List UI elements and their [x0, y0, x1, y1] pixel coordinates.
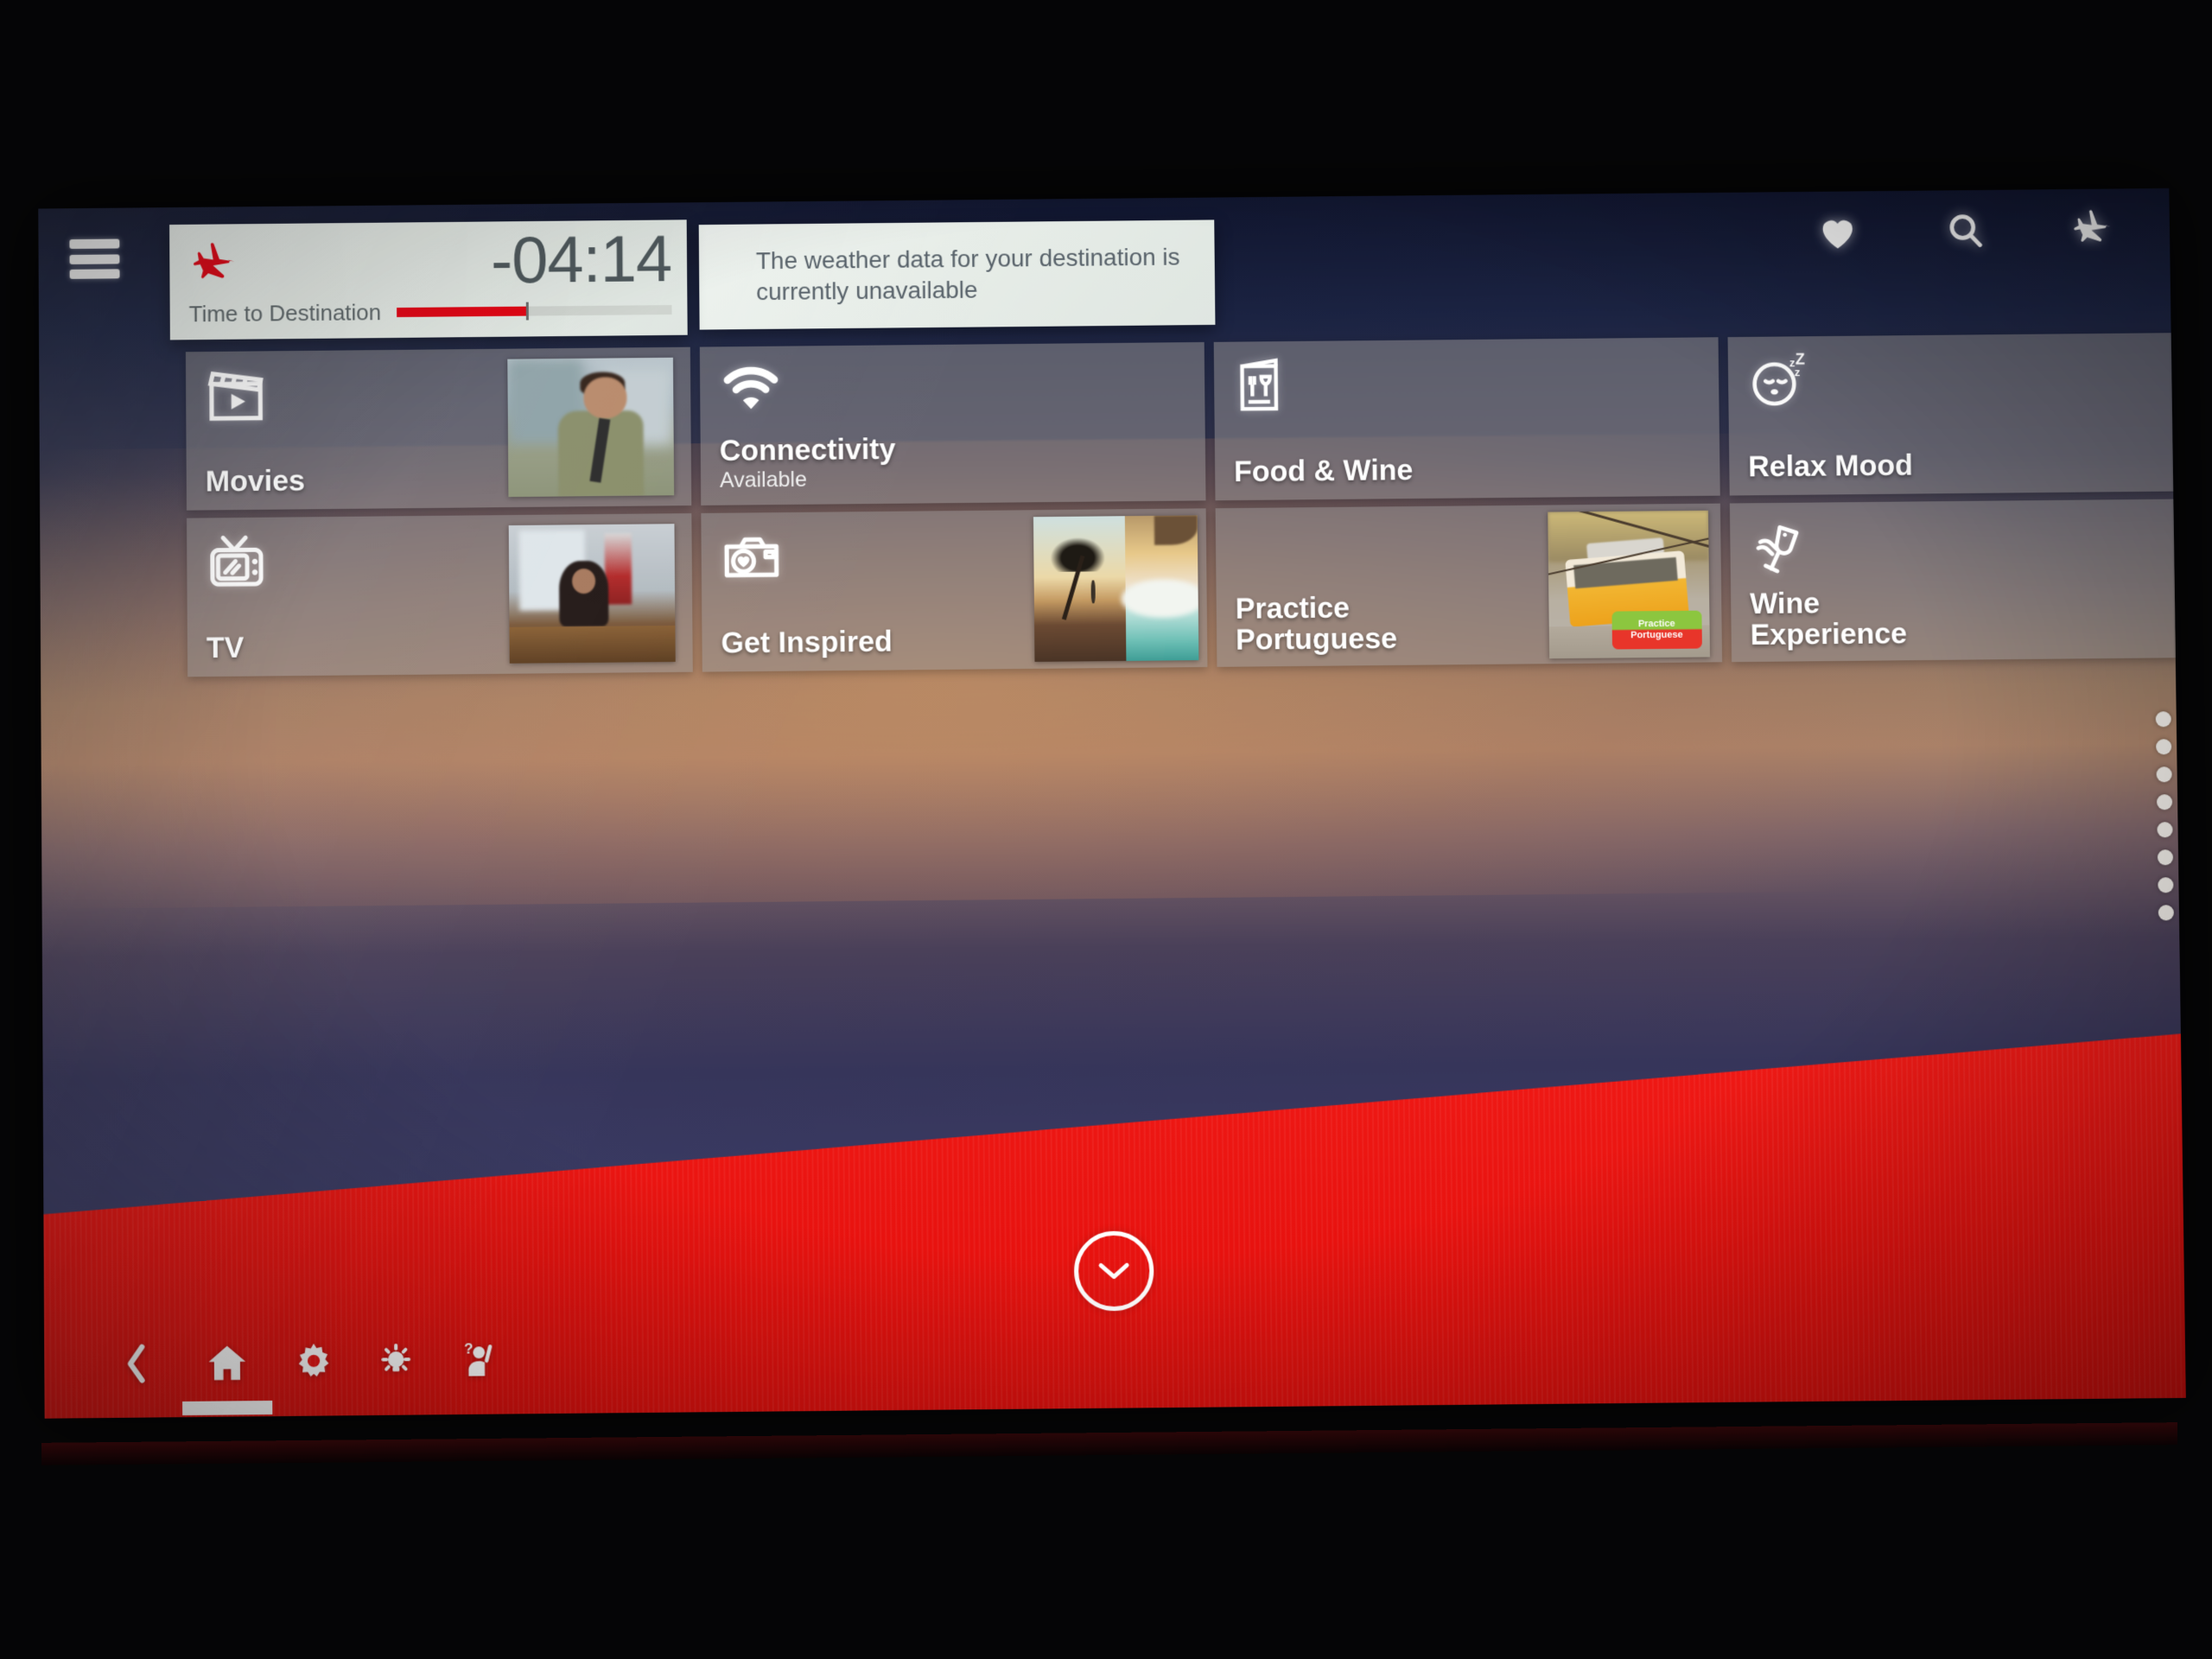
svg-text:z: z: [1795, 365, 1801, 378]
gear-icon: [292, 1340, 335, 1384]
progress-track: [397, 302, 672, 321]
badge-line1: Practice: [1637, 618, 1675, 630]
ife-screen: -04:14 Time to Destination The weather d…: [38, 188, 2186, 1419]
movies-thumbnail: [507, 357, 675, 498]
lightbulb-icon: [374, 1339, 417, 1383]
call-attendant-icon: ?: [456, 1338, 499, 1382]
tile-label: Get Inspired: [721, 625, 893, 660]
scroll-dot: [2156, 794, 2173, 810]
search-icon[interactable]: [1940, 206, 1991, 256]
heart-icon[interactable]: [1812, 207, 1863, 257]
hamburger-bar: [69, 253, 120, 264]
info-cards-row: -04:14 Time to Destination The weather d…: [169, 214, 1216, 340]
retro-tv-icon: [206, 533, 268, 597]
bottom-nav: ?: [44, 1302, 2186, 1418]
nav-reading-light-button[interactable]: [356, 1328, 436, 1395]
tile-sublabel: Available: [719, 467, 807, 493]
airplane-icon: [187, 239, 242, 294]
badge-line2: Portuguese: [1630, 629, 1683, 641]
tile-label: TV: [206, 632, 245, 665]
nav-call-attendant-button[interactable]: ?: [438, 1327, 518, 1394]
tile-row: TV Get Inspired Practice Portuguese Prac…: [187, 499, 2186, 677]
practice-portuguese-thumbnail: Practice Portuguese: [1548, 510, 1711, 659]
scroll-dot: [2155, 711, 2171, 728]
scroll-dot: [2158, 877, 2174, 893]
tile-connectivity[interactable]: Connectivity Available: [699, 341, 1206, 505]
tile-label: Practice Portuguese: [1235, 591, 1398, 657]
tile-label-line2: Portuguese: [1235, 622, 1398, 657]
nav-home-button[interactable]: [188, 1330, 268, 1396]
sleeping-face-icon: z Z z: [1747, 350, 1817, 414]
tile-practice-portuguese[interactable]: Practice Portuguese Practice Portuguese: [1215, 503, 1723, 667]
tile-relax-mood[interactable]: z Z z Relax Mood: [1727, 333, 2179, 496]
time-to-destination-progress: Time to Destination: [189, 296, 672, 327]
tv-thumbnail: [508, 524, 676, 664]
tile-label-line1: Practice: [1235, 591, 1351, 626]
clapperboard-icon: [205, 366, 267, 428]
scroll-dot: [2156, 766, 2172, 783]
bottom-banner: ?: [42, 1033, 2185, 1418]
scroll-down-button[interactable]: [1074, 1230, 1154, 1311]
top-bar-actions: [1812, 204, 2118, 257]
scroll-indicator[interactable]: [2155, 711, 2174, 921]
tile-grid: Movies Connectivity Available Food & Win…: [185, 333, 2186, 684]
screen-bezel: [41, 1422, 2178, 1465]
hamburger-bar: [69, 238, 120, 250]
progress-fill: [397, 306, 526, 318]
ife-screen-photo: -04:14 Time to Destination The weather d…: [0, 0, 2212, 1659]
tile-label-line1: Wine: [1750, 586, 1821, 620]
camera-heart-icon: [720, 528, 784, 588]
wifi-icon: [719, 362, 783, 420]
tile-get-inspired[interactable]: Get Inspired: [701, 508, 1208, 672]
time-to-destination-card[interactable]: -04:14 Time to Destination: [169, 219, 688, 340]
chevron-left-icon: [122, 1342, 149, 1386]
tile-wine-experience[interactable]: Wine Experience: [1729, 499, 2181, 663]
hamburger-menu-icon[interactable]: [69, 238, 120, 279]
hand-wine-glass-icon: [1749, 518, 1815, 582]
scroll-dot: [2157, 849, 2174, 866]
home-icon: [205, 1341, 250, 1385]
time-remaining: -04:14: [490, 222, 672, 298]
tile-label: Relax Mood: [1748, 448, 1914, 484]
airplane-icon[interactable]: [2068, 204, 2119, 254]
chevron-down-icon: [1094, 1258, 1134, 1285]
hamburger-bar: [69, 269, 120, 279]
weather-card[interactable]: The weather data for your destination is…: [698, 219, 1216, 330]
practice-portuguese-badge: Practice Portuguese: [1611, 610, 1702, 650]
time-to-destination-label: Time to Destination: [188, 299, 382, 327]
tile-label: Wine Experience: [1750, 587, 1907, 652]
progress-knob: [525, 302, 529, 321]
tile-label-line2: Experience: [1750, 617, 1908, 652]
svg-text:?: ?: [464, 1341, 474, 1357]
scroll-dot: [2157, 822, 2173, 838]
nav-settings-button[interactable]: [274, 1329, 354, 1395]
scroll-dot: [2158, 905, 2174, 921]
tile-label: Connectivity: [719, 433, 896, 468]
get-inspired-thumbnail: [1033, 515, 1199, 662]
tile-tv[interactable]: TV: [187, 513, 693, 677]
nav-back-button[interactable]: [96, 1331, 176, 1397]
scroll-dot: [2156, 739, 2172, 755]
weather-message: The weather data for your destination is…: [755, 243, 1180, 306]
tile-label: Movies: [205, 464, 305, 499]
menu-card-icon: [1233, 357, 1287, 422]
tile-label: Food & Wine: [1233, 454, 1414, 489]
tile-food-wine[interactable]: Food & Wine: [1213, 337, 1720, 501]
tile-movies[interactable]: Movies: [185, 346, 692, 511]
tile-row: Movies Connectivity Available Food & Win…: [185, 333, 2186, 511]
